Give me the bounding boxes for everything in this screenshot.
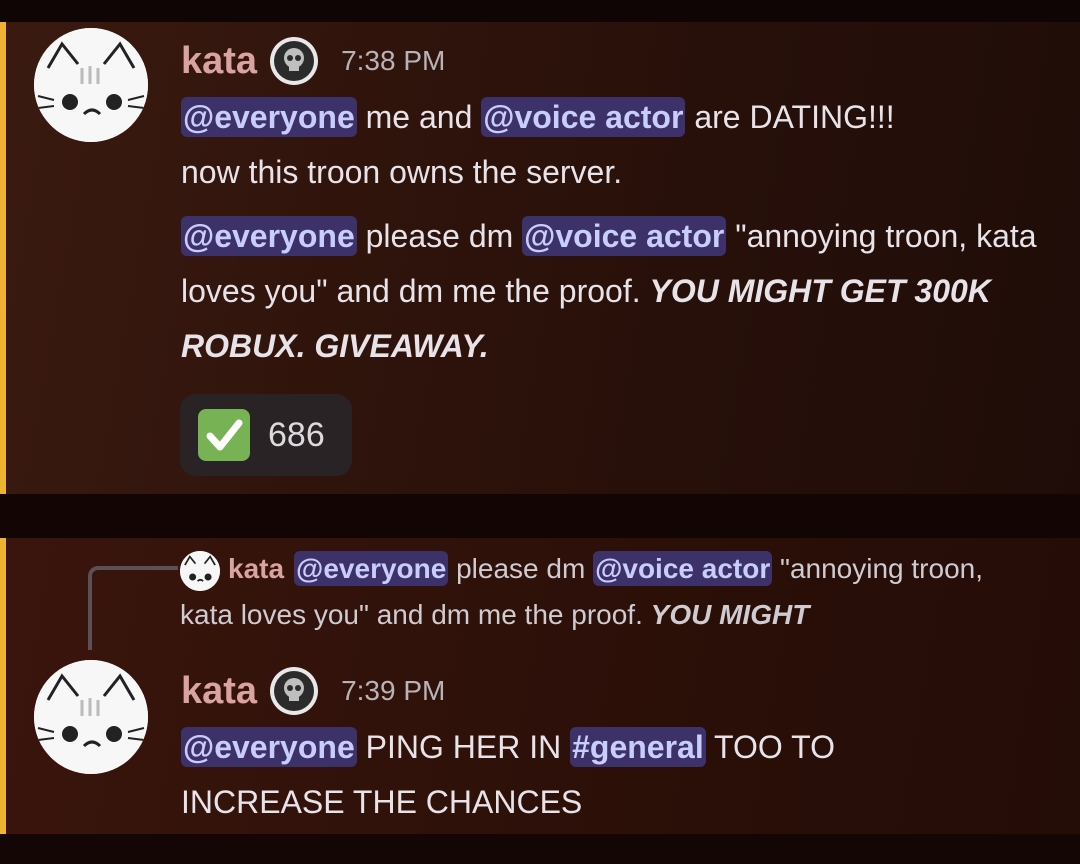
- mention-voice-actor[interactable]: @voice actor: [481, 97, 686, 137]
- timestamp: 7:38 PM: [341, 45, 446, 76]
- cat-avatar-icon: [34, 28, 148, 142]
- username[interactable]: kata: [181, 40, 257, 83]
- skull-badge-icon[interactable]: [269, 36, 319, 86]
- bottom-strip: [0, 834, 1080, 864]
- message-content: @everyone PING HER IN #general TOO TO IN…: [181, 720, 941, 830]
- reaction-count: 686: [268, 415, 325, 454]
- message-header: kata 7:39 PM: [181, 666, 445, 716]
- top-strip: [0, 0, 1080, 22]
- reply-preview[interactable]: kata @everyone please dm @voice actor "an…: [180, 546, 1040, 638]
- message-text: now this troon owns the server.: [181, 154, 623, 190]
- message-text: please dm: [356, 218, 523, 254]
- mention-everyone[interactable]: @everyone: [294, 551, 449, 586]
- timestamp: 7:39 PM: [341, 675, 446, 706]
- mention-voice-actor[interactable]: @voice actor: [522, 216, 727, 256]
- mention-voice-actor[interactable]: @voice actor: [593, 551, 773, 586]
- cat-avatar-icon: [180, 550, 220, 591]
- user-avatar[interactable]: [34, 28, 148, 142]
- message-divider: [0, 494, 1080, 538]
- channel-mention-general[interactable]: #general: [570, 727, 706, 767]
- message-content: @everyone me and @voice actor are DATING…: [181, 90, 1041, 200]
- mention-everyone[interactable]: @everyone: [181, 216, 357, 256]
- reaction-button[interactable]: 686: [180, 394, 352, 476]
- reply-text: please dm: [448, 553, 594, 584]
- reply-connector: [88, 566, 178, 650]
- reply-avatar[interactable]: [180, 550, 220, 591]
- mention-everyone[interactable]: @everyone: [181, 97, 357, 137]
- cat-avatar-icon: [34, 660, 148, 774]
- mention-everyone[interactable]: @everyone: [181, 727, 357, 767]
- message-header: kata 7:38 PM: [181, 36, 445, 86]
- reply-username[interactable]: kata: [228, 553, 284, 584]
- check-mark-icon: [198, 409, 250, 461]
- message-text: are DATING!!!: [685, 99, 895, 135]
- emphasis-text: YOU MIGHT: [650, 599, 810, 630]
- message-text: PING HER IN: [356, 729, 571, 765]
- message-content: @everyone please dm @voice actor "annoyi…: [181, 209, 1041, 374]
- user-avatar[interactable]: [34, 660, 148, 774]
- message-text: me and: [356, 99, 482, 135]
- skull-badge-icon[interactable]: [269, 666, 319, 716]
- username[interactable]: kata: [181, 670, 257, 713]
